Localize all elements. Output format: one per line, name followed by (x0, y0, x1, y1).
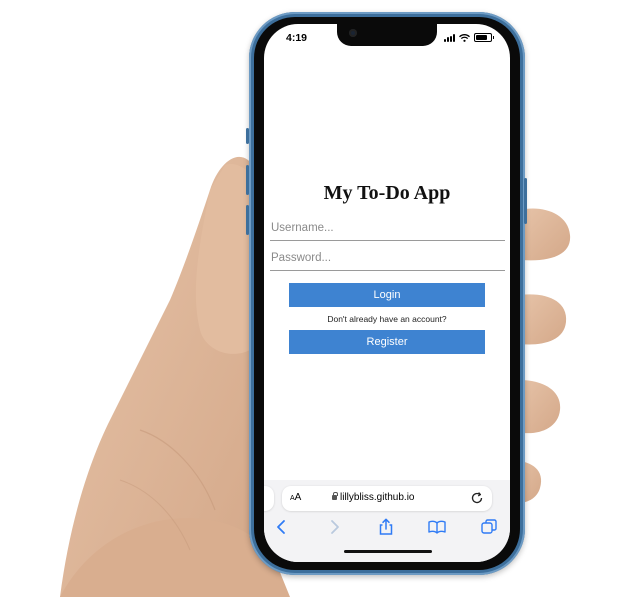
no-account-text: Don't already have an account? (327, 314, 447, 324)
silent-switch (246, 128, 249, 144)
lock-icon (332, 492, 338, 500)
reload-icon[interactable] (470, 491, 484, 505)
browser-bottom-bar: AA lillybliss.github.io (264, 480, 510, 562)
power-button (524, 178, 527, 224)
tabs-icon[interactable] (479, 517, 499, 537)
share-icon[interactable] (376, 517, 396, 537)
register-button[interactable]: Register (289, 330, 485, 354)
notch (337, 24, 437, 46)
volume-up-button (246, 165, 249, 195)
status-icons (444, 33, 494, 42)
bookmarks-icon[interactable] (427, 517, 447, 537)
login-button[interactable]: Login (289, 283, 485, 307)
forward-icon[interactable] (324, 517, 344, 537)
camera-icon (349, 29, 357, 37)
address-bar[interactable]: AA lillybliss.github.io (282, 486, 492, 511)
app-title: My To-Do App (323, 182, 451, 204)
username-input[interactable] (270, 216, 505, 241)
text-size-button[interactable]: AA (290, 492, 301, 503)
back-icon[interactable] (272, 517, 292, 537)
previous-tab-pill[interactable] (264, 486, 274, 511)
volume-down-button (246, 205, 249, 235)
cellular-signal-icon (444, 34, 455, 42)
status-time: 4:19 (286, 32, 308, 44)
home-indicator (344, 550, 432, 553)
wifi-icon (459, 33, 470, 42)
url-text: lillybliss.github.io (340, 492, 415, 503)
phone-screen: 4:19 My To-Do App Login Don't already ha… (264, 24, 510, 562)
battery-icon (474, 33, 494, 42)
browser-toolbar (264, 517, 510, 541)
password-input[interactable] (270, 246, 505, 271)
